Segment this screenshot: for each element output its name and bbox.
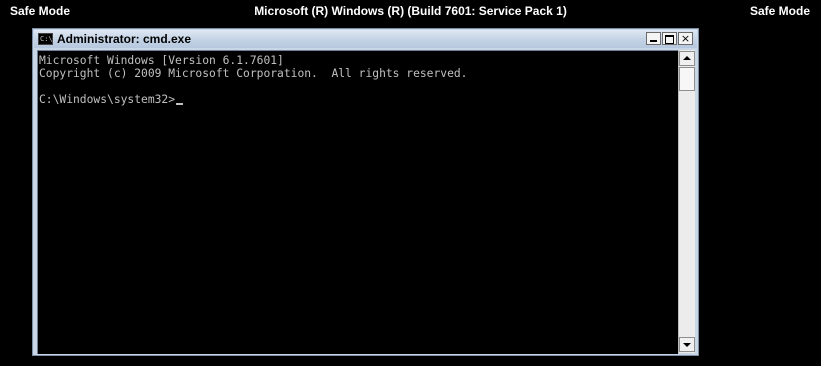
arrow-down-icon <box>683 343 691 347</box>
scroll-down-button[interactable] <box>679 337 695 352</box>
close-button[interactable]: × <box>678 32 693 45</box>
build-info-label: Microsoft (R) Windows (R) (Build 7601: S… <box>254 4 567 18</box>
console-line-version: Microsoft Windows [Version 6.1.7601] <box>39 54 284 67</box>
maximize-button[interactable] <box>662 32 677 45</box>
window-controls: × <box>646 32 693 45</box>
safe-mode-label-right: Safe Mode <box>749 4 810 18</box>
window-title: Administrator: cmd.exe <box>57 32 192 46</box>
close-icon: × <box>680 32 691 45</box>
minimize-icon <box>647 33 660 44</box>
maximize-icon <box>663 33 676 44</box>
console-output[interactable]: Microsoft Windows [Version 6.1.7601] Cop… <box>37 50 678 354</box>
vertical-scrollbar[interactable] <box>678 50 695 353</box>
scroll-thumb[interactable] <box>679 67 695 91</box>
console-line-copyright: Copyright (c) 2009 Microsoft Corporation… <box>39 67 468 80</box>
arrow-up-icon <box>683 56 691 60</box>
command-prompt: C:\Windows\system32> <box>39 93 176 106</box>
cmd-window[interactable]: C:\ Administrator: cmd.exe × Microsoft W… <box>32 28 699 356</box>
cmd-icon[interactable]: C:\ <box>38 33 53 45</box>
minimize-button[interactable] <box>646 32 661 45</box>
text-cursor <box>176 103 184 105</box>
title-bar[interactable]: C:\ Administrator: cmd.exe × <box>34 30 697 48</box>
scroll-up-button[interactable] <box>679 51 695 66</box>
